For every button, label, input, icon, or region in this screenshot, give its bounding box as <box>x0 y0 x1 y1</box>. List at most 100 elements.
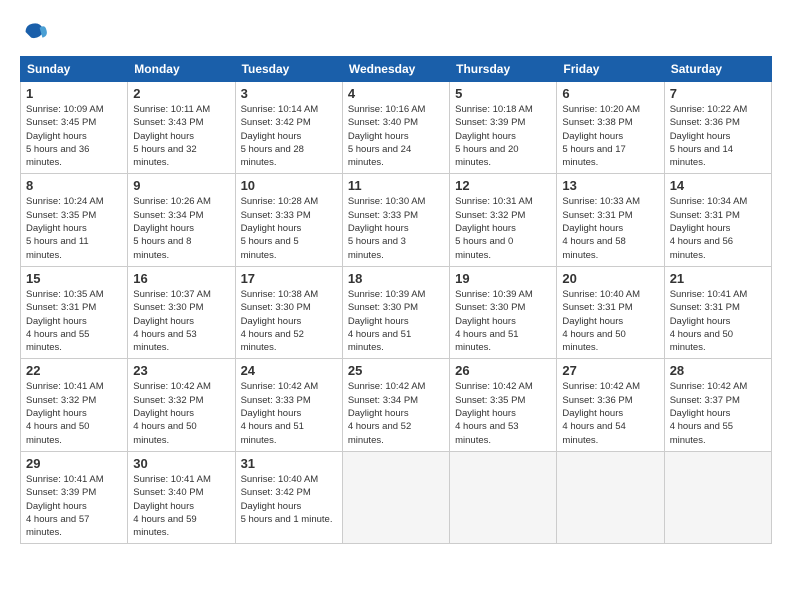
day-cell: 13 Sunrise: 10:33 AMSunset: 3:31 PMDayli… <box>557 174 664 266</box>
day-info: Sunrise: 10:41 AMSunset: 3:32 PMDaylight… <box>26 380 122 446</box>
day-cell: 1 Sunrise: 10:09 AMSunset: 3:45 PMDaylig… <box>21 82 128 174</box>
day-number: 8 <box>26 178 122 193</box>
day-number: 24 <box>241 363 337 378</box>
day-cell: 31 Sunrise: 10:40 AMSunset: 3:42 PMDayli… <box>235 451 342 543</box>
day-cell: 19 Sunrise: 10:39 AMSunset: 3:30 PMDayli… <box>450 266 557 358</box>
day-cell: 28 Sunrise: 10:42 AMSunset: 3:37 PMDayli… <box>664 359 771 451</box>
day-number: 19 <box>455 271 551 286</box>
day-cell: 15 Sunrise: 10:35 AMSunset: 3:31 PMDayli… <box>21 266 128 358</box>
day-number: 23 <box>133 363 229 378</box>
day-number: 11 <box>348 178 444 193</box>
day-info: Sunrise: 10:42 AMSunset: 3:37 PMDaylight… <box>670 380 766 446</box>
week-row-1: 1 Sunrise: 10:09 AMSunset: 3:45 PMDaylig… <box>21 82 772 174</box>
day-cell: 18 Sunrise: 10:39 AMSunset: 3:30 PMDayli… <box>342 266 449 358</box>
week-row-3: 15 Sunrise: 10:35 AMSunset: 3:31 PMDayli… <box>21 266 772 358</box>
header-row: SundayMondayTuesdayWednesdayThursdayFrid… <box>21 57 772 82</box>
day-info: Sunrise: 10:42 AMSunset: 3:33 PMDaylight… <box>241 380 337 446</box>
day-cell: 14 Sunrise: 10:34 AMSunset: 3:31 PMDayli… <box>664 174 771 266</box>
col-header-tuesday: Tuesday <box>235 57 342 82</box>
day-cell <box>557 451 664 543</box>
day-number: 20 <box>562 271 658 286</box>
day-number: 10 <box>241 178 337 193</box>
week-row-4: 22 Sunrise: 10:41 AMSunset: 3:32 PMDayli… <box>21 359 772 451</box>
page: SundayMondayTuesdayWednesdayThursdayFrid… <box>0 0 792 554</box>
day-info: Sunrise: 10:42 AMSunset: 3:36 PMDaylight… <box>562 380 658 446</box>
day-number: 25 <box>348 363 444 378</box>
day-cell: 26 Sunrise: 10:42 AMSunset: 3:35 PMDayli… <box>450 359 557 451</box>
day-number: 15 <box>26 271 122 286</box>
day-cell: 12 Sunrise: 10:31 AMSunset: 3:32 PMDayli… <box>450 174 557 266</box>
day-info: Sunrise: 10:38 AMSunset: 3:30 PMDaylight… <box>241 288 337 354</box>
day-info: Sunrise: 10:30 AMSunset: 3:33 PMDaylight… <box>348 195 444 261</box>
day-number: 18 <box>348 271 444 286</box>
col-header-monday: Monday <box>128 57 235 82</box>
day-cell: 27 Sunrise: 10:42 AMSunset: 3:36 PMDayli… <box>557 359 664 451</box>
col-header-wednesday: Wednesday <box>342 57 449 82</box>
day-number: 22 <box>26 363 122 378</box>
day-cell: 8 Sunrise: 10:24 AMSunset: 3:35 PMDaylig… <box>21 174 128 266</box>
day-info: Sunrise: 10:37 AMSunset: 3:30 PMDaylight… <box>133 288 229 354</box>
day-info: Sunrise: 10:39 AMSunset: 3:30 PMDaylight… <box>455 288 551 354</box>
day-info: Sunrise: 10:40 AMSunset: 3:42 PMDaylight… <box>241 473 337 526</box>
calendar-table: SundayMondayTuesdayWednesdayThursdayFrid… <box>20 56 772 544</box>
day-cell: 20 Sunrise: 10:40 AMSunset: 3:31 PMDayli… <box>557 266 664 358</box>
day-cell: 3 Sunrise: 10:14 AMSunset: 3:42 PMDaylig… <box>235 82 342 174</box>
day-number: 26 <box>455 363 551 378</box>
week-row-5: 29 Sunrise: 10:41 AMSunset: 3:39 PMDayli… <box>21 451 772 543</box>
day-number: 7 <box>670 86 766 101</box>
col-header-saturday: Saturday <box>664 57 771 82</box>
day-info: Sunrise: 10:42 AMSunset: 3:34 PMDaylight… <box>348 380 444 446</box>
header <box>20 18 772 46</box>
day-number: 31 <box>241 456 337 471</box>
day-cell: 22 Sunrise: 10:41 AMSunset: 3:32 PMDayli… <box>21 359 128 451</box>
day-info: Sunrise: 10:42 AMSunset: 3:35 PMDaylight… <box>455 380 551 446</box>
day-info: Sunrise: 10:14 AMSunset: 3:42 PMDaylight… <box>241 103 337 169</box>
day-info: Sunrise: 10:09 AMSunset: 3:45 PMDaylight… <box>26 103 122 169</box>
day-info: Sunrise: 10:34 AMSunset: 3:31 PMDaylight… <box>670 195 766 261</box>
day-cell: 24 Sunrise: 10:42 AMSunset: 3:33 PMDayli… <box>235 359 342 451</box>
col-header-sunday: Sunday <box>21 57 128 82</box>
day-info: Sunrise: 10:33 AMSunset: 3:31 PMDaylight… <box>562 195 658 261</box>
day-info: Sunrise: 10:39 AMSunset: 3:30 PMDaylight… <box>348 288 444 354</box>
week-row-2: 8 Sunrise: 10:24 AMSunset: 3:35 PMDaylig… <box>21 174 772 266</box>
day-number: 2 <box>133 86 229 101</box>
day-number: 29 <box>26 456 122 471</box>
day-number: 1 <box>26 86 122 101</box>
day-cell: 23 Sunrise: 10:42 AMSunset: 3:32 PMDayli… <box>128 359 235 451</box>
day-cell: 7 Sunrise: 10:22 AMSunset: 3:36 PMDaylig… <box>664 82 771 174</box>
day-cell: 5 Sunrise: 10:18 AMSunset: 3:39 PMDaylig… <box>450 82 557 174</box>
day-number: 4 <box>348 86 444 101</box>
day-cell: 21 Sunrise: 10:41 AMSunset: 3:31 PMDayli… <box>664 266 771 358</box>
day-number: 28 <box>670 363 766 378</box>
day-number: 30 <box>133 456 229 471</box>
day-cell: 9 Sunrise: 10:26 AMSunset: 3:34 PMDaylig… <box>128 174 235 266</box>
day-info: Sunrise: 10:31 AMSunset: 3:32 PMDaylight… <box>455 195 551 261</box>
day-cell: 10 Sunrise: 10:28 AMSunset: 3:33 PMDayli… <box>235 174 342 266</box>
day-info: Sunrise: 10:28 AMSunset: 3:33 PMDaylight… <box>241 195 337 261</box>
day-number: 13 <box>562 178 658 193</box>
day-info: Sunrise: 10:40 AMSunset: 3:31 PMDaylight… <box>562 288 658 354</box>
day-cell: 16 Sunrise: 10:37 AMSunset: 3:30 PMDayli… <box>128 266 235 358</box>
day-number: 14 <box>670 178 766 193</box>
logo <box>20 18 54 46</box>
day-cell <box>664 451 771 543</box>
day-cell <box>342 451 449 543</box>
day-cell: 6 Sunrise: 10:20 AMSunset: 3:38 PMDaylig… <box>557 82 664 174</box>
day-info: Sunrise: 10:11 AMSunset: 3:43 PMDaylight… <box>133 103 229 169</box>
day-cell <box>450 451 557 543</box>
day-info: Sunrise: 10:20 AMSunset: 3:38 PMDaylight… <box>562 103 658 169</box>
day-cell: 11 Sunrise: 10:30 AMSunset: 3:33 PMDayli… <box>342 174 449 266</box>
day-number: 12 <box>455 178 551 193</box>
day-number: 3 <box>241 86 337 101</box>
day-number: 17 <box>241 271 337 286</box>
day-info: Sunrise: 10:16 AMSunset: 3:40 PMDaylight… <box>348 103 444 169</box>
col-header-friday: Friday <box>557 57 664 82</box>
day-cell: 17 Sunrise: 10:38 AMSunset: 3:30 PMDayli… <box>235 266 342 358</box>
day-cell: 29 Sunrise: 10:41 AMSunset: 3:39 PMDayli… <box>21 451 128 543</box>
day-cell: 2 Sunrise: 10:11 AMSunset: 3:43 PMDaylig… <box>128 82 235 174</box>
day-cell: 4 Sunrise: 10:16 AMSunset: 3:40 PMDaylig… <box>342 82 449 174</box>
day-number: 6 <box>562 86 658 101</box>
day-cell: 30 Sunrise: 10:41 AMSunset: 3:40 PMDayli… <box>128 451 235 543</box>
day-number: 5 <box>455 86 551 101</box>
day-info: Sunrise: 10:42 AMSunset: 3:32 PMDaylight… <box>133 380 229 446</box>
